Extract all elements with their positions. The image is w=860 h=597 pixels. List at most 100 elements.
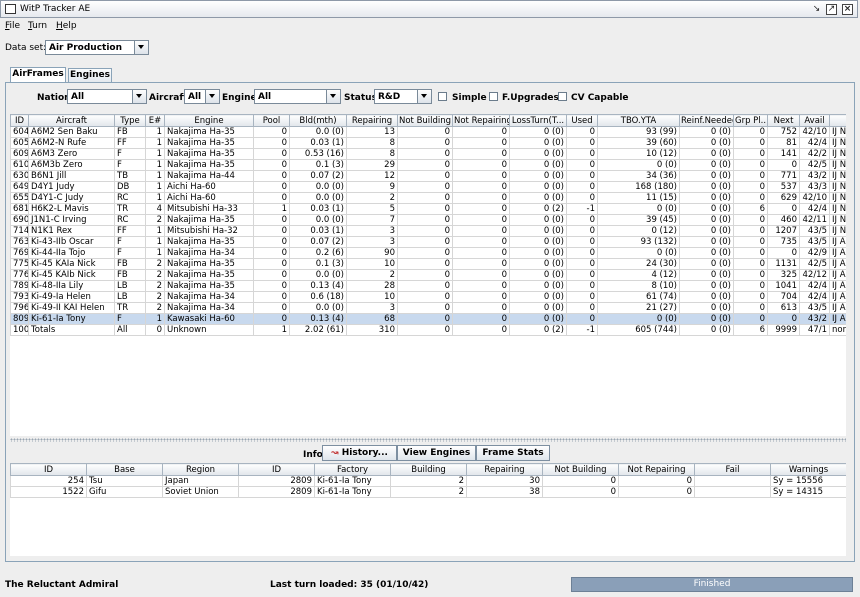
menu-bar: File Turn Help: [0, 18, 860, 34]
column-header[interactable]: Warnings: [770, 463, 846, 476]
table-row[interactable]: 610 A6M3b Zero F 1 Nakajima Ha-35 0 0.1 (3) 29 0…: [10, 159, 846, 171]
table-cell: 0 (0): [509, 247, 567, 259]
column-header[interactable]: Engine: [164, 114, 254, 127]
table-cell: 714: [10, 225, 29, 237]
table-row[interactable]: 789 Ki-48-IIa Lily LB 2 Nakajima Ha-35 0 0.13 …: [10, 280, 846, 292]
column-header[interactable]: Not Repairing: [618, 463, 695, 476]
column-header[interactable]: Reinf.Needed: [679, 114, 734, 127]
table-cell: 0: [566, 137, 598, 149]
table-cell: 3: [346, 302, 398, 314]
history-button[interactable]: ↝ History...: [322, 445, 397, 461]
column-header[interactable]: Type: [114, 114, 146, 127]
column-header[interactable]: Avail: [799, 114, 830, 127]
table-cell: 4 (12): [597, 269, 680, 281]
tab-engines[interactable]: Engines: [68, 68, 112, 82]
table-row[interactable]: 775 Ki-45 KAIa Nick FB 2 Nakajima Ha-35 0 0.1 …: [10, 258, 846, 270]
column-header[interactable]: E#: [145, 114, 165, 127]
column-header[interactable]: Used: [566, 114, 598, 127]
table-cell: H6K2-L Mavis: [28, 203, 115, 215]
menu-help[interactable]: Help: [56, 21, 77, 31]
column-header[interactable]: Not Building: [542, 463, 619, 476]
column-header[interactable]: ID: [238, 463, 315, 476]
table-cell: 28: [346, 280, 398, 292]
column-header[interactable]: Not Building: [397, 114, 453, 127]
column-header[interactable]: Aircraft: [28, 114, 115, 127]
column-header[interactable]: TBO.YTA: [597, 114, 680, 127]
cvcapable-checkbox[interactable]: [558, 92, 567, 101]
table-row[interactable]: 809 Ki-61-Ia Tony F 1 Kawasaki Ha-60 0 0.13 (4…: [10, 313, 846, 325]
table-cell: 310: [346, 324, 398, 336]
column-header[interactable]: Pool: [253, 114, 290, 127]
table-cell: 39 (45): [597, 214, 680, 226]
column-header[interactable]: LossTurn(T...: [509, 114, 567, 127]
table-row[interactable]: 604 A6M2 Sen Baku FB 1 Nakajima Ha-35 0 0.0 (0…: [10, 126, 846, 138]
maximize-icon[interactable]: ↗: [826, 4, 837, 15]
table-cell: 0: [566, 170, 598, 182]
nation-select[interactable]: All: [67, 89, 147, 104]
dataset-select[interactable]: Air Production: [45, 40, 149, 55]
column-header[interactable]: Base: [86, 463, 163, 476]
table-row[interactable]: 254 Tsu Japan 2809 Ki-61-Ia Tony 2 30 0 0 Sy = 15…: [10, 475, 846, 487]
table-row[interactable]: 609 A6M3 Zero F 1 Nakajima Ha-35 0 0.53 (16) 8 0…: [10, 148, 846, 160]
table-cell: Ki-49-II KAI Helen: [28, 302, 115, 314]
fupgrades-checkbox[interactable]: [489, 92, 498, 101]
table-cell: FB: [114, 126, 146, 138]
column-header[interactable]: Grp Pl...: [733, 114, 768, 127]
table-cell: 0 (0): [679, 247, 734, 259]
table-cell: 0 (0): [509, 126, 567, 138]
table-row[interactable]: 649 D4Y1 Judy DB 1 Aichi Ha-60 0 0.0 (0) 9 0 0 0 (…: [10, 181, 846, 193]
tab-airframes[interactable]: AirFrames: [10, 67, 66, 82]
column-header[interactable]: Factory: [314, 463, 391, 476]
table-row[interactable]: 1522 Gifu Soviet Union 2809 Ki-61-Ia Tony 2 38…: [10, 486, 846, 498]
close-icon[interactable]: ×: [842, 4, 853, 15]
table-cell: 0: [733, 137, 768, 149]
table-cell: 0: [397, 159, 453, 171]
column-header[interactable]: Bld(mth): [289, 114, 347, 127]
table-cell: 2: [390, 475, 467, 487]
table-cell: 2: [145, 302, 165, 314]
table-cell: 0: [397, 313, 453, 325]
column-header[interactable]: Building: [390, 463, 467, 476]
table-row[interactable]: 1000TotalsAll0Unknown12.02 (61)310000 (2…: [10, 324, 846, 336]
column-header[interactable]: ID: [10, 463, 87, 476]
column-header[interactable]: Region: [162, 463, 239, 476]
table-row[interactable]: 690 J1N1-C Irving RC 2 Nakajima Ha-35 0 0.0 (0…: [10, 214, 846, 226]
column-header[interactable]: ID: [10, 114, 29, 127]
table-cell: F: [114, 159, 146, 171]
column-header[interactable]: Repairing: [346, 114, 398, 127]
table-cell: 0: [733, 247, 768, 259]
menu-file[interactable]: File: [5, 21, 20, 31]
column-header[interactable]: Repairing: [466, 463, 543, 476]
table-cell: 0 (0): [679, 280, 734, 292]
table-cell: IJ Army: [829, 280, 846, 292]
table-row[interactable]: 796 Ki-49-II KAI Helen TR 2 Nakajima Ha-34 0 0…: [10, 302, 846, 314]
table-cell: 0 (0): [679, 313, 734, 325]
table-row[interactable]: 763 Ki-43-IIb Oscar F 1 Nakajima Ha-35 0 0.07 …: [10, 236, 846, 248]
table-cell: Nakajima Ha-35: [164, 236, 254, 248]
table-cell: 0: [733, 192, 768, 204]
minimize-icon[interactable]: ↘: [811, 4, 822, 15]
engine-select[interactable]: All: [254, 89, 341, 104]
column-header[interactable]: Not Repairing: [452, 114, 510, 127]
table-row[interactable]: 605 A6M2-N Rufe FF 1 Nakajima Ha-35 0 0.03 (1)…: [10, 137, 846, 149]
simple-checkbox[interactable]: [438, 92, 447, 101]
menu-turn[interactable]: Turn: [28, 21, 47, 31]
table-row[interactable]: 655 D4Y1-C Judy RC 1 Aichi Ha-60 0 0.0 (0) 2 0 0 0…: [10, 192, 846, 204]
table-row[interactable]: 769 Ki-44-IIa Tojo F 1 Nakajima Ha-34 0 0.2 (6…: [10, 247, 846, 259]
frame-stats-button[interactable]: Frame Stats: [476, 445, 550, 461]
table-cell: 5: [346, 203, 398, 215]
table-row[interactable]: 630 B6N1 Jill TB 1 Nakajima Ha-44 0 0.07 (2) 12…: [10, 170, 846, 182]
column-header[interactable]: Nat: [829, 114, 846, 127]
nation-value: All: [71, 92, 85, 102]
table-row[interactable]: 681 H6K2-L Mavis TR 4 Mitsubishi Ha-33 1 0.03 …: [10, 203, 846, 215]
column-header[interactable]: Next: [767, 114, 800, 127]
table-row[interactable]: 776 Ki-45 KAIb Nick FB 2 Nakajima Ha-35 0 0.0 …: [10, 269, 846, 281]
splitter-handle[interactable]: [10, 438, 846, 442]
column-header[interactable]: Fail: [694, 463, 771, 476]
table-row[interactable]: 793 Ki-49-Ia Helen LB 2 Nakajima Ha-34 0 0.6 (…: [10, 291, 846, 303]
table-cell: 0: [767, 247, 800, 259]
table-row[interactable]: 714 N1K1 Rex FF 1 Mitsubishi Ha-32 0 0.03 (1) 3…: [10, 225, 846, 237]
view-engines-button[interactable]: View Engines: [397, 445, 476, 461]
status-select[interactable]: R&D: [374, 89, 432, 104]
aircraft-select[interactable]: All: [184, 89, 220, 104]
